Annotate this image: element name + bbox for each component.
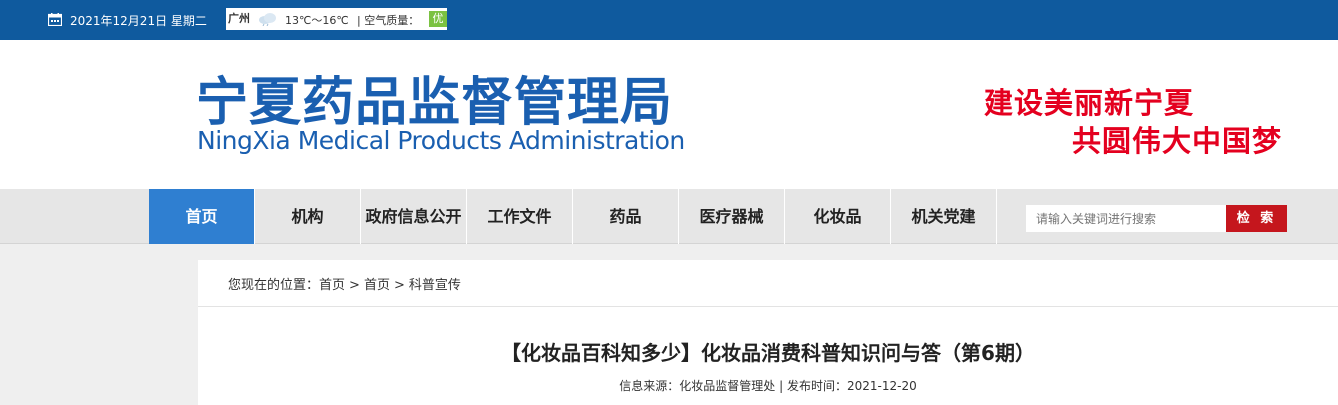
nav-item-work-documents[interactable]: 工作文件 <box>467 189 573 244</box>
site-logo-title[interactable]: 宁夏药品监督管理局 <box>196 75 673 131</box>
date-label: 发布时间： <box>786 379 847 393</box>
nav-item-party-building[interactable]: 机关党建 <box>891 189 997 244</box>
calendar-icon <box>48 13 62 26</box>
nav-item-gov-info[interactable]: 政府信息公开 <box>361 189 467 244</box>
source-label: 信息来源： <box>619 379 680 393</box>
air-quality-badge: 优 <box>429 11 447 27</box>
weather-temperature: 13℃～16℃ <box>285 14 349 27</box>
nav-item-home[interactable]: 首页 <box>149 189 255 244</box>
slogan-line-1: 建设美丽新宁夏 <box>984 86 1195 120</box>
breadcrumb-separator: > <box>393 278 405 293</box>
nav-item-medical-devices[interactable]: 医疗器械 <box>679 189 785 244</box>
slogan-line-2: 共圆伟大中国梦 <box>1072 124 1283 158</box>
main-nav: 首页 机构 政府信息公开 工作文件 药品 医疗器械 化妆品 机关党建 检 索 <box>0 189 1338 244</box>
search-input[interactable] <box>1026 205 1226 232</box>
breadcrumb-link-science[interactable]: 科普宣传 <box>409 278 461 293</box>
weather-widget[interactable]: 广州 13℃～16℃ | 空气质量： 优 <box>226 8 447 30</box>
source-value: 化妆品监督管理处 <box>679 379 776 393</box>
breadcrumb-link-home-2[interactable]: 首页 <box>364 278 390 293</box>
current-date: 2021年12月21日 星期二 <box>70 14 207 28</box>
cloud-icon <box>259 13 276 26</box>
site-header: 宁夏药品监督管理局 NingXia Medical Products Admin… <box>0 40 1338 189</box>
breadcrumb-prefix: 您现在的位置： <box>228 278 320 293</box>
breadcrumb-separator: > <box>349 278 360 293</box>
article-meta: 信息来源：化妆品监督管理处 | 发布时间：2021-12-20 <box>619 379 917 393</box>
publish-date: 2021-12-20 <box>846 379 917 393</box>
breadcrumb-link-home[interactable]: 首页 <box>319 278 345 293</box>
weather-city: 广州 <box>228 12 250 25</box>
site-logo-subtitle: NingXia Medical Products Administration <box>197 126 685 155</box>
nav-item-cosmetics[interactable]: 化妆品 <box>785 189 891 244</box>
top-bar: 2021年12月21日 星期二 广州 13℃～16℃ | 空气质量： 优 <box>0 0 1338 40</box>
nav-item-drugs[interactable]: 药品 <box>573 189 679 244</box>
article-panel: 您现在的位置：首页 > 首页 > 科普宣传 【化妆品百科知多少】化妆品消费科普知识问与答… <box>198 260 1338 405</box>
nav-item-organization[interactable]: 机构 <box>255 189 361 244</box>
search-button[interactable]: 检 索 <box>1226 205 1287 232</box>
air-quality-label: | 空气质量： <box>357 14 420 27</box>
breadcrumb: 您现在的位置：首页 > 首页 > 科普宣传 <box>228 274 461 293</box>
article-title: 【化妆品百科知多少】化妆品消费科普知识问与答（第6期） <box>501 341 1035 365</box>
divider <box>198 306 1338 307</box>
